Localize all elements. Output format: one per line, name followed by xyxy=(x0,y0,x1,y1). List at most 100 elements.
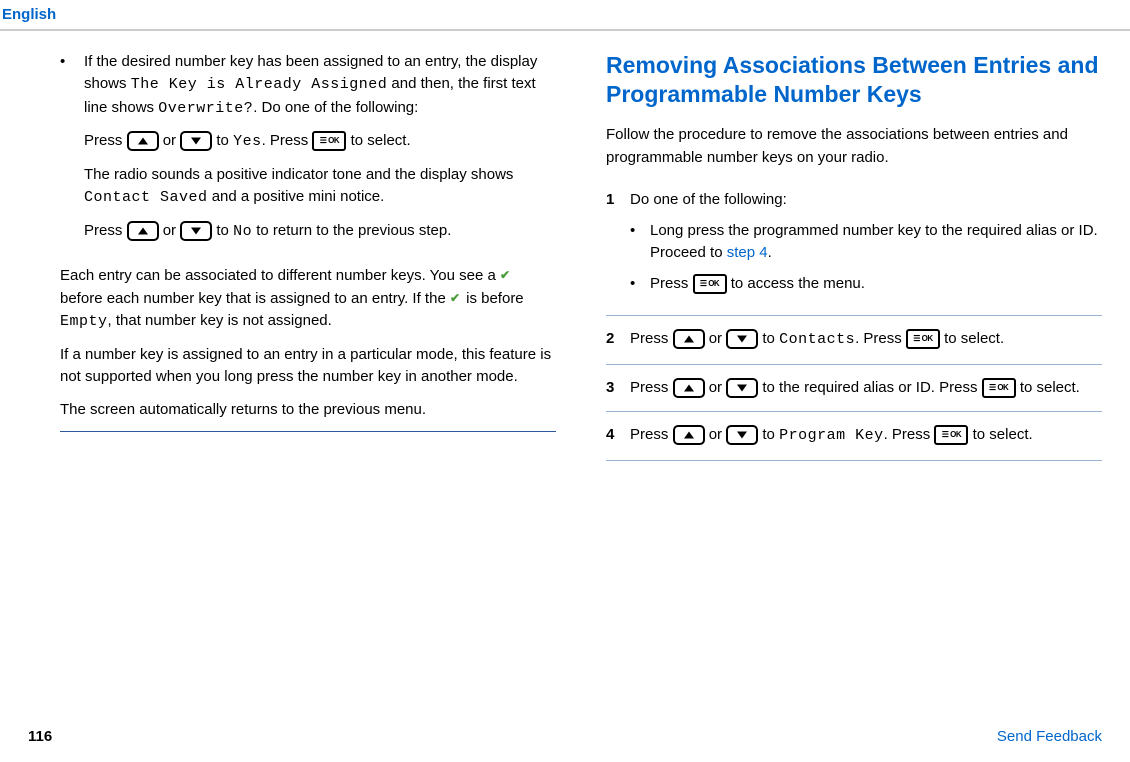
text: or xyxy=(163,132,181,149)
text: The screen automatically returns to the … xyxy=(60,401,426,418)
up-arrow-icon xyxy=(127,131,159,151)
text: Each entry can be associated to differen… xyxy=(60,267,500,284)
step-content: Press or to Contacts. Press to select. xyxy=(630,328,1102,352)
step-content: Do one of the following: • Long press th… xyxy=(630,189,1102,303)
text: to select. xyxy=(1020,379,1080,396)
step-number: 3 xyxy=(606,377,630,400)
check-icon xyxy=(500,268,512,280)
text: . Do one of the following: xyxy=(253,99,418,116)
text: to select. xyxy=(351,132,411,149)
text: Long press the programmed number key to … xyxy=(650,222,1098,262)
step-content: Press or to the required alias or ID. Pr… xyxy=(630,377,1102,400)
text: or xyxy=(709,379,727,396)
step-divider xyxy=(606,411,1102,412)
text: or xyxy=(709,426,727,443)
lcd-text: Contact Saved xyxy=(84,189,208,206)
content-area: • If the desired number key has been ass… xyxy=(0,31,1130,463)
text: to xyxy=(216,132,233,149)
bullet-dot: • xyxy=(630,273,650,296)
step-item: 4 Press or to Program Key. Press to sele… xyxy=(606,414,1102,458)
step-content: Press or to Program Key. Press to select… xyxy=(630,424,1102,448)
text: and a positive mini notice. xyxy=(208,188,385,205)
lcd-text: The Key is Already Assigned xyxy=(131,76,388,93)
ok-key-icon xyxy=(906,329,940,349)
text: to return to the previous step. xyxy=(252,222,451,239)
text: or xyxy=(709,330,727,347)
text: Press xyxy=(630,330,673,347)
lcd-text: Overwrite? xyxy=(158,100,253,117)
page-number: 116 xyxy=(28,726,52,749)
text: before each number key that is assigned … xyxy=(60,290,450,307)
step-item: 3 Press or to the required alias or ID. … xyxy=(606,367,1102,410)
paragraph: The radio sounds a positive indicator to… xyxy=(84,164,556,210)
ok-key-icon xyxy=(693,274,727,294)
lcd-text: Program Key xyxy=(779,427,884,444)
bullet-dot: • xyxy=(630,220,650,265)
text: Do one of the following: xyxy=(630,191,787,208)
step-number: 1 xyxy=(606,189,630,303)
down-arrow-icon xyxy=(180,131,212,151)
lcd-text: Contacts xyxy=(779,331,855,348)
text: The radio sounds a positive indicator to… xyxy=(84,166,513,183)
up-arrow-icon xyxy=(673,378,705,398)
up-arrow-icon xyxy=(673,329,705,349)
text: Press xyxy=(84,222,127,239)
down-arrow-icon xyxy=(726,329,758,349)
paragraph: Each entry can be associated to differen… xyxy=(60,265,556,334)
text: Press xyxy=(630,426,673,443)
text: , that number key is not assigned. xyxy=(108,312,332,329)
up-arrow-icon xyxy=(127,221,159,241)
down-arrow-icon xyxy=(726,378,758,398)
text: If a number key is assigned to an entry … xyxy=(60,346,551,386)
down-arrow-icon xyxy=(726,425,758,445)
text: to select. xyxy=(944,330,1004,347)
text: . Press xyxy=(884,426,935,443)
step-item: 1 Do one of the following: • Long press … xyxy=(606,179,1102,313)
text: to xyxy=(762,330,779,347)
paragraph: Press or to Yes. Press to select. xyxy=(84,130,556,154)
text: to the required alias or ID. Press xyxy=(762,379,981,396)
bullet-text: Long press the programmed number key to … xyxy=(650,220,1102,265)
text: to select. xyxy=(973,426,1033,443)
lcd-text: Yes xyxy=(233,133,262,150)
intro-paragraph: Follow the procedure to remove the assoc… xyxy=(606,124,1102,169)
step-link[interactable]: step 4 xyxy=(727,244,768,261)
step-divider xyxy=(606,315,1102,316)
lcd-text: Empty xyxy=(60,313,108,330)
lcd-text: No xyxy=(233,223,252,240)
text: Press xyxy=(630,379,673,396)
text: Press xyxy=(650,275,693,292)
text: . xyxy=(768,244,772,261)
up-arrow-icon xyxy=(673,425,705,445)
ok-key-icon xyxy=(312,131,346,151)
step-number: 2 xyxy=(606,328,630,352)
left-column: • If the desired number key has been ass… xyxy=(28,51,556,463)
ok-key-icon xyxy=(934,425,968,445)
text: . Press xyxy=(855,330,906,347)
text: Press xyxy=(84,132,127,149)
bullet-text: If the desired number key has been assig… xyxy=(84,51,556,254)
step-item: 2 Press or to Contacts. Press to select. xyxy=(606,318,1102,362)
header-lang: English xyxy=(2,6,56,23)
step-divider xyxy=(606,364,1102,365)
right-column: Removing Associations Between Entries an… xyxy=(596,51,1102,463)
section-divider xyxy=(60,431,556,432)
ok-key-icon xyxy=(982,378,1016,398)
section-title: Removing Associations Between Entries an… xyxy=(606,51,1102,111)
page-footer: 116 Send Feedback xyxy=(0,726,1130,749)
paragraph: If a number key is assigned to an entry … xyxy=(60,344,556,389)
paragraph: Press or to No to return to the previous… xyxy=(84,220,556,244)
bullet-item: • If the desired number key has been ass… xyxy=(60,51,556,254)
text: . Press xyxy=(262,132,313,149)
down-arrow-icon xyxy=(180,221,212,241)
check-icon xyxy=(450,291,462,303)
send-feedback-link[interactable]: Send Feedback xyxy=(997,726,1102,749)
text: or xyxy=(163,222,181,239)
text: to xyxy=(762,426,779,443)
step-number: 4 xyxy=(606,424,630,448)
text: to access the menu. xyxy=(731,275,865,292)
page-header: English xyxy=(0,0,1130,31)
text: is before xyxy=(462,290,524,307)
bullet-text: Press to access the menu. xyxy=(650,273,865,296)
step-bullet: • Long press the programmed number key t… xyxy=(630,220,1102,265)
